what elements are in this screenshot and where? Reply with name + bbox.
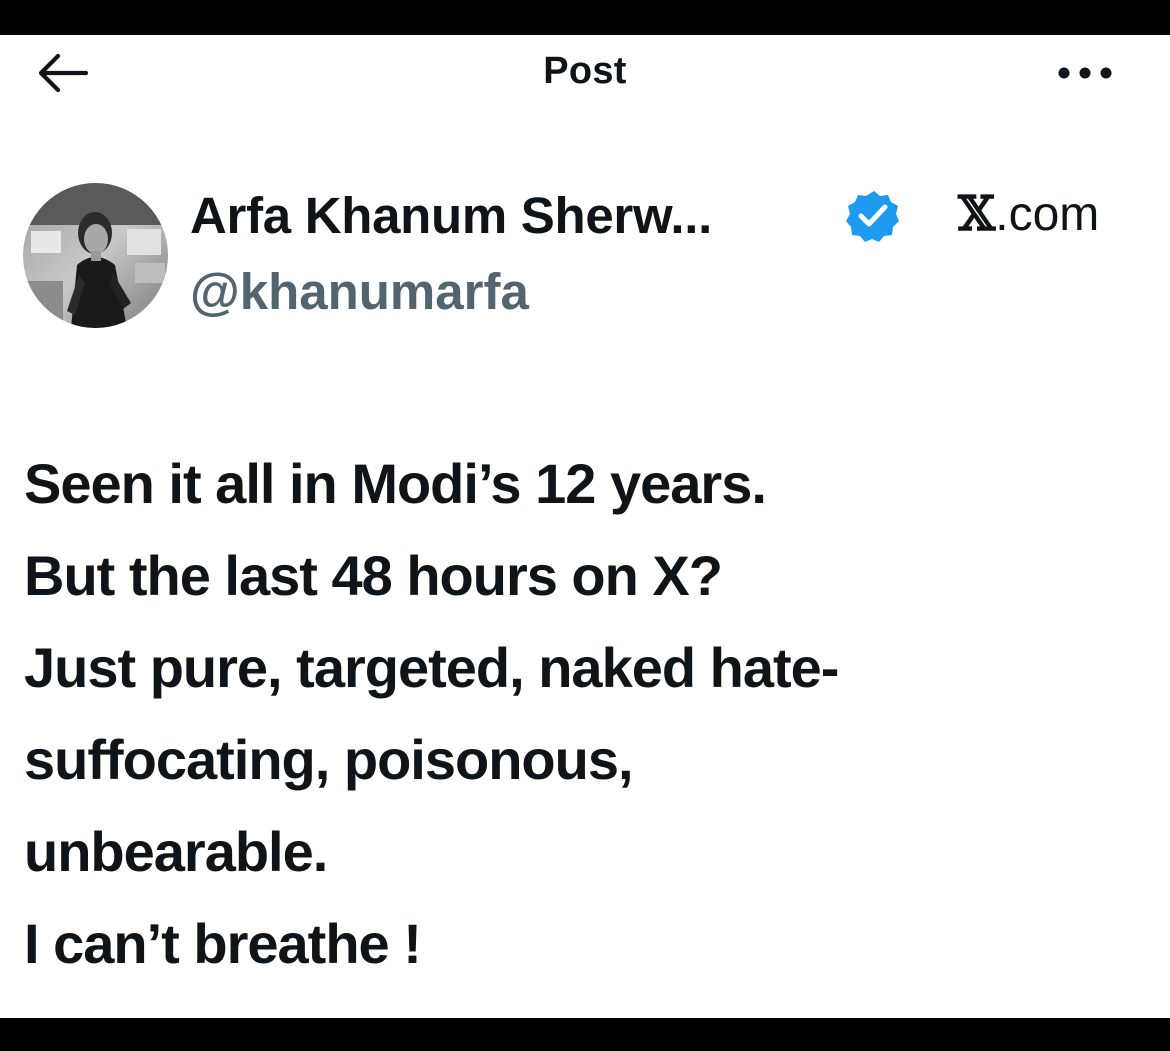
top-black-bar [0,0,1170,35]
post-text-line: But the last 48 hours on X? [24,544,723,607]
bottom-black-bar [0,1018,1170,1051]
post-text-line: I can’t breathe ! [24,912,422,975]
post-text-line: unbearable. [24,820,328,883]
more-horizontal-icon [1058,67,1112,79]
profile-photo [23,183,168,328]
avatar[interactable] [23,183,168,328]
post-text-line: suffocating, poisonous, [24,728,634,791]
post-text: Seen it all in Modi’s 12 years. But the … [24,438,1144,990]
source-domain: .com [995,188,1100,241]
author-handle[interactable]: @khanumarfa [190,262,529,321]
source-watermark: 𝕏.com [958,186,1099,242]
verified-badge-icon [845,188,901,244]
x-logo-glyph: 𝕏 [958,186,996,242]
author-display-name[interactable]: Arfa Khanum Sherw... [190,186,712,245]
post-text-line: Just pure, targeted, naked hate- [24,636,839,699]
page-title: Post [543,50,627,92]
more-options-button[interactable] [1056,62,1114,84]
post-text-line: Seen it all in Modi’s 12 years. [24,452,767,515]
